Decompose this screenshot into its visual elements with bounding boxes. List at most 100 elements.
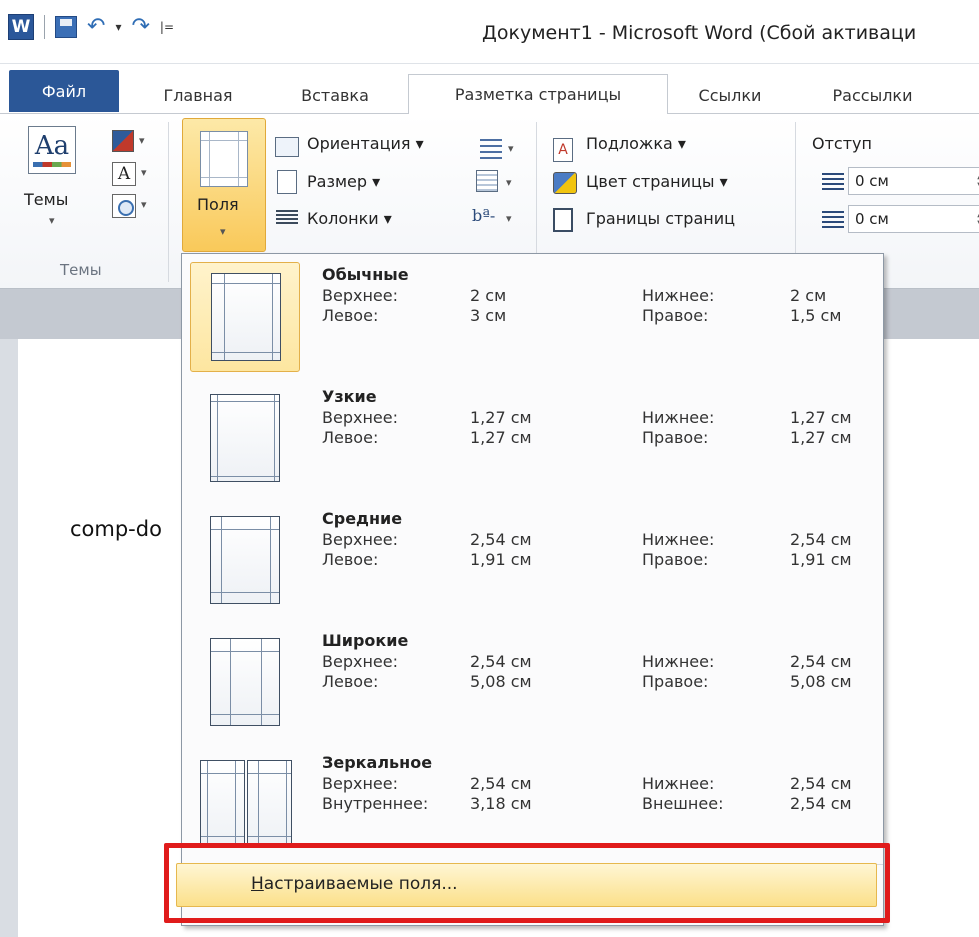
preset-thumbnail: [190, 384, 300, 494]
page-thumbnail-icon: [247, 760, 292, 848]
theme-fonts-icon[interactable]: A: [112, 162, 136, 186]
page-color-icon[interactable]: [553, 172, 577, 194]
page-color-button[interactable]: Цвет страницы ▾: [586, 172, 728, 191]
preset-value: 1,27 см: [790, 428, 852, 447]
orientation-button[interactable]: Ориентация ▾: [307, 134, 424, 153]
preset-label: Нижнее:: [642, 652, 715, 671]
preset-label: Верхнее:: [322, 286, 398, 305]
themes-icon[interactable]: Aa: [28, 126, 76, 174]
indent-left-icon: [822, 172, 844, 190]
preset-label: Левое:: [322, 672, 379, 691]
save-icon[interactable]: [55, 16, 77, 38]
preset-name: Обычные: [322, 265, 409, 284]
preset-label: Внутреннее:: [322, 794, 429, 813]
preset-name: Средние: [322, 509, 403, 528]
watermark-button[interactable]: Подложка ▾: [586, 134, 686, 153]
margin-preset-moderate[interactable]: Средние Верхнее: 2,54 см Нижнее: 2,54 см…: [182, 498, 883, 620]
size-button[interactable]: Размер ▾: [307, 172, 380, 191]
tab-home[interactable]: Главная: [148, 76, 248, 114]
theme-effects-icon[interactable]: [112, 194, 136, 218]
tab-references[interactable]: Ссылки: [680, 76, 780, 114]
columns-icon[interactable]: [276, 208, 298, 224]
columns-button[interactable]: Колонки ▾: [307, 209, 392, 228]
theme-fonts-dropdown-icon[interactable]: ▾: [141, 166, 147, 179]
quick-access-toolbar: W ↶ ▾ ↷ |=: [8, 14, 174, 40]
margin-preset-wide[interactable]: Широкие Верхнее: 2,54 см Нижнее: 2,54 см…: [182, 620, 883, 742]
preset-value: 1,91 см: [790, 550, 852, 569]
tab-page-layout[interactable]: Разметка страницы: [408, 74, 668, 114]
qat-separator: [44, 15, 45, 39]
undo-dropdown-icon[interactable]: ▾: [115, 20, 121, 34]
preset-label: Верхнее:: [322, 530, 398, 549]
group-separator: [168, 122, 169, 282]
preset-value: 2,54 см: [790, 652, 852, 671]
preset-value: 2,54 см: [470, 530, 532, 549]
word-app-icon[interactable]: W: [8, 14, 34, 40]
line-numbers-icon[interactable]: [476, 170, 498, 192]
tab-file[interactable]: Файл: [9, 70, 119, 112]
indent-left-input[interactable]: 0 см ▲▼: [848, 167, 979, 195]
custom-margins-menu-item[interactable]: Настраиваемые поля...: [176, 863, 877, 907]
theme-effects-dropdown-icon[interactable]: ▾: [141, 198, 147, 211]
preset-name: Узкие: [322, 387, 377, 406]
window-title: Документ1 - Microsoft Word (Сбой активац…: [482, 22, 917, 44]
preset-value: 2,54 см: [470, 652, 532, 671]
preset-label: Нижнее:: [642, 286, 715, 305]
theme-colors-icon[interactable]: [112, 130, 134, 152]
margin-preset-mirrored[interactable]: Зеркальное Верхнее: 2,54 см Нижнее: 2,54…: [182, 742, 883, 864]
preset-label: Правое:: [642, 306, 709, 325]
margins-button[interactable]: Поля ▾: [182, 118, 266, 252]
preset-value: 1,27 см: [470, 408, 532, 427]
margin-preset-normal[interactable]: Обычные Верхнее: 2 см Нижнее: 2 см Левое…: [182, 254, 883, 376]
preset-label: Нижнее:: [642, 408, 715, 427]
group-label-themes: Темы: [60, 261, 102, 279]
indent-label: Отступ: [812, 134, 872, 153]
breaks-icon[interactable]: [480, 137, 502, 159]
line-numbers-dropdown-icon[interactable]: ▾: [506, 176, 512, 189]
preset-label: Внешнее:: [642, 794, 724, 813]
preset-value: 2,54 см: [790, 774, 852, 793]
preset-label: Верхнее:: [322, 652, 398, 671]
undo-icon[interactable]: ↶: [87, 16, 105, 38]
preset-label: Левое:: [322, 306, 379, 325]
orientation-icon[interactable]: [275, 137, 299, 157]
size-icon[interactable]: [277, 170, 297, 194]
preset-value: 5,08 см: [790, 672, 852, 691]
custom-margins-label: Настраиваемые поля...: [251, 874, 458, 894]
themes-button-label[interactable]: Темы: [24, 190, 68, 209]
custom-margins-text: астраиваемые поля...: [263, 874, 458, 894]
preset-name: Зеркальное: [322, 753, 433, 772]
tab-mailings[interactable]: Рассылки: [805, 76, 940, 114]
page-borders-button[interactable]: Границы страниц: [586, 209, 735, 228]
title-bar: W ↶ ▾ ↷ |= Документ1 - Microsoft Word (С…: [0, 0, 979, 64]
preset-value: 5,08 см: [470, 672, 532, 691]
breaks-dropdown-icon[interactable]: ▾: [508, 142, 514, 155]
preset-label: Верхнее:: [322, 774, 398, 793]
preset-value: 3 см: [470, 306, 507, 325]
preset-value: 1,91 см: [470, 550, 532, 569]
margins-button-label: Поля: [197, 195, 239, 214]
margins-dropdown-menu: Обычные Верхнее: 2 см Нижнее: 2 см Левое…: [181, 253, 884, 926]
hyphenation-dropdown-icon[interactable]: ▾: [506, 212, 512, 225]
ribbon-tabs: Файл Главная Вставка Разметка страницы С…: [0, 64, 979, 114]
hyphenation-icon[interactable]: bª-: [472, 206, 495, 225]
page-borders-icon[interactable]: [553, 208, 573, 232]
page-thumbnail-icon: [210, 394, 280, 482]
preset-thumbnail: [190, 750, 300, 860]
indent-left-value: 0 см: [855, 172, 889, 190]
margin-preset-narrow[interactable]: Узкие Верхнее: 1,27 см Нижнее: 1,27 см Л…: [182, 376, 883, 498]
indent-right-input[interactable]: 0 см ▲▼: [848, 205, 979, 233]
preset-thumbnail: [190, 262, 300, 372]
redo-icon[interactable]: ↷: [131, 16, 149, 38]
customize-qat-icon[interactable]: |=: [160, 20, 174, 34]
preset-value: 1,5 см: [790, 306, 842, 325]
themes-dropdown-icon[interactable]: ▾: [49, 214, 55, 227]
preset-value: 3,18 см: [470, 794, 532, 813]
tab-insert[interactable]: Вставка: [285, 76, 385, 114]
preset-value: 1,27 см: [470, 428, 532, 447]
page-thumbnail-icon: [210, 638, 280, 726]
preset-label: Левое:: [322, 550, 379, 569]
preset-value: 1,27 см: [790, 408, 852, 427]
theme-colors-dropdown-icon[interactable]: ▾: [139, 134, 145, 147]
watermark-icon[interactable]: A: [553, 138, 573, 162]
